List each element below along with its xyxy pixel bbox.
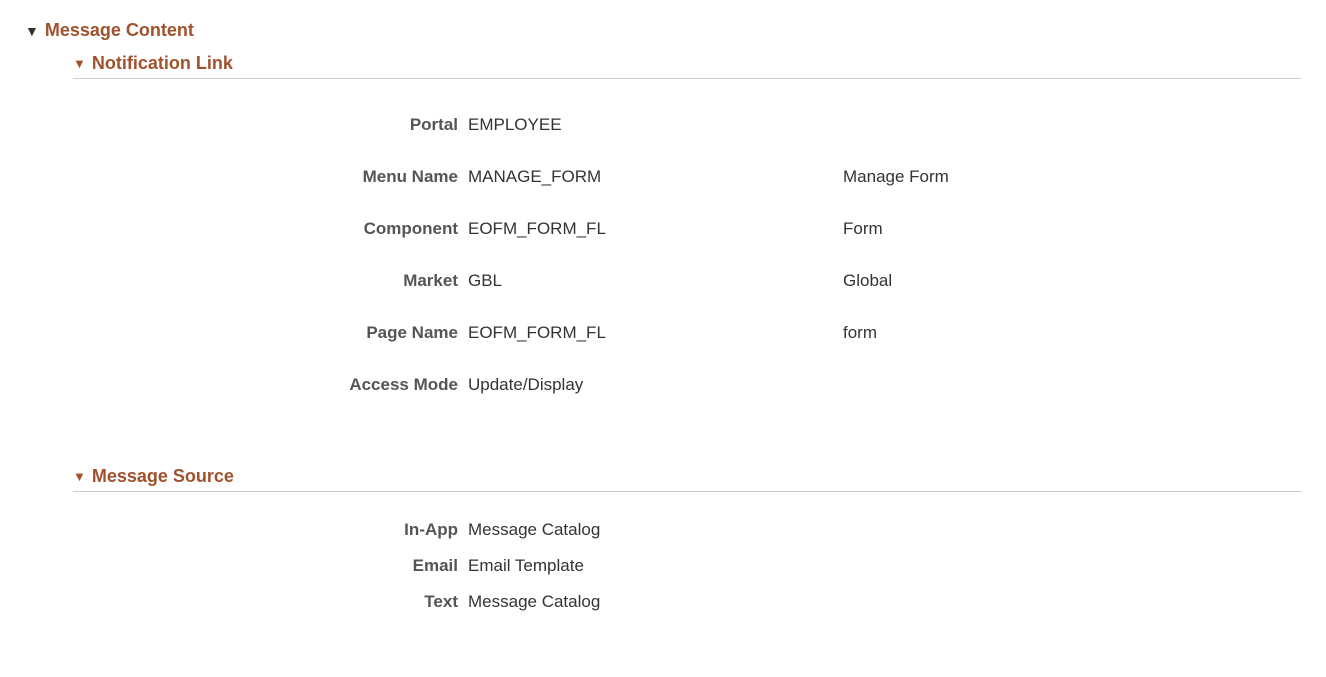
field-label: Page Name	[73, 323, 468, 343]
field-row-email: Email Email Template	[73, 548, 1301, 584]
notification-link-subsection: ▼ Notification Link Portal EMPLOYEE Menu…	[73, 53, 1301, 620]
message-content-section-header[interactable]: ▼ Message Content	[25, 20, 1301, 41]
message-content-title: Message Content	[45, 20, 194, 41]
field-row-text: Text Message Catalog	[73, 584, 1301, 620]
field-label: Component	[73, 219, 468, 239]
notification-link-title: Notification Link	[92, 53, 233, 74]
field-label: In-App	[73, 520, 468, 540]
field-description: Form	[843, 219, 1301, 239]
divider	[73, 491, 1301, 492]
field-value: Email Template	[468, 556, 843, 576]
chevron-down-icon: ▼	[73, 469, 86, 484]
divider	[73, 78, 1301, 79]
field-description: form	[843, 323, 1301, 343]
field-row-inapp: In-App Message Catalog	[73, 512, 1301, 548]
field-value: EOFM_FORM_FL	[468, 323, 843, 343]
field-value: Update/Display	[468, 375, 843, 395]
chevron-down-icon: ▼	[73, 56, 86, 71]
field-row-component: Component EOFM_FORM_FL Form	[73, 203, 1301, 255]
field-value: Message Catalog	[468, 520, 843, 540]
field-row-menu-name: Menu Name MANAGE_FORM Manage Form	[73, 151, 1301, 203]
field-value: EOFM_FORM_FL	[468, 219, 843, 239]
field-value: EMPLOYEE	[468, 115, 843, 135]
field-value: MANAGE_FORM	[468, 167, 843, 187]
message-source-title: Message Source	[92, 466, 234, 487]
field-label: Portal	[73, 115, 468, 135]
chevron-down-icon: ▼	[25, 23, 39, 39]
field-row-portal: Portal EMPLOYEE	[73, 99, 1301, 151]
field-value: GBL	[468, 271, 843, 291]
message-source-header[interactable]: ▼ Message Source	[73, 466, 1301, 487]
field-description: Global	[843, 271, 1301, 291]
field-label: Market	[73, 271, 468, 291]
field-row-access-mode: Access Mode Update/Display	[73, 359, 1301, 411]
field-description: Manage Form	[843, 167, 1301, 187]
field-label: Email	[73, 556, 468, 576]
field-row-market: Market GBL Global	[73, 255, 1301, 307]
field-label: Access Mode	[73, 375, 468, 395]
notification-link-header[interactable]: ▼ Notification Link	[73, 53, 1301, 74]
field-label: Menu Name	[73, 167, 468, 187]
field-value: Message Catalog	[468, 592, 843, 612]
field-label: Text	[73, 592, 468, 612]
field-row-page-name: Page Name EOFM_FORM_FL form	[73, 307, 1301, 359]
